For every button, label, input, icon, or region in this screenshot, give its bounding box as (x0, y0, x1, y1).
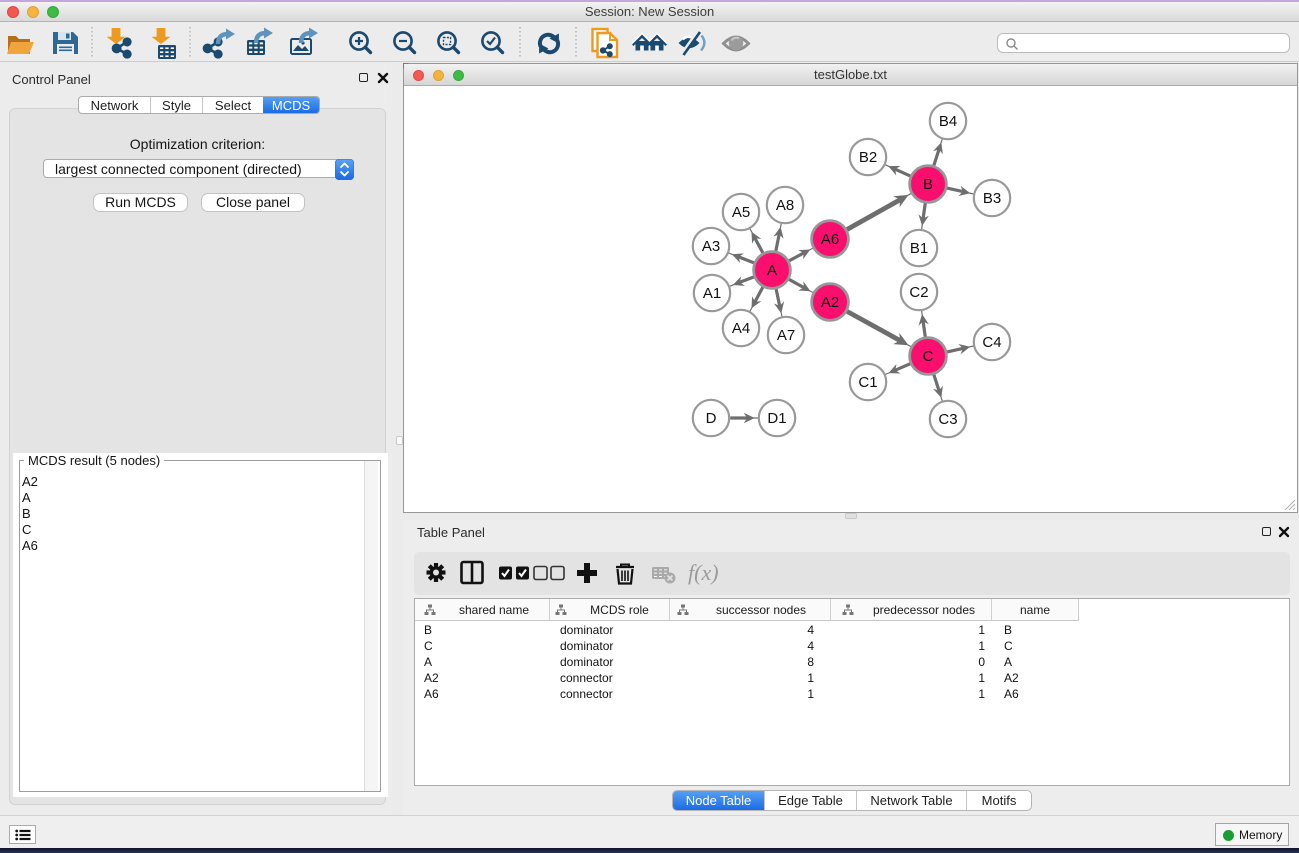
svg-text:A5: A5 (732, 204, 750, 221)
svg-text:B2: B2 (859, 149, 877, 166)
svg-text:A: A (767, 262, 777, 279)
svg-text:C4: C4 (982, 334, 1001, 351)
svg-text:A6: A6 (821, 231, 839, 248)
svg-text:A4: A4 (732, 320, 750, 337)
svg-text:A7: A7 (777, 327, 795, 344)
svg-text:A8: A8 (776, 197, 794, 214)
svg-text:B4: B4 (939, 113, 957, 130)
svg-text:A1: A1 (703, 285, 721, 302)
svg-text:B: B (923, 176, 933, 193)
svg-text:C3: C3 (938, 411, 957, 428)
svg-text:B3: B3 (983, 190, 1001, 207)
svg-text:D: D (706, 410, 717, 427)
svg-text:A3: A3 (702, 238, 720, 255)
svg-text:C2: C2 (909, 284, 928, 301)
svg-text:A2: A2 (821, 294, 839, 311)
svg-text:C1: C1 (858, 374, 877, 391)
svg-text:f(x): f(x) (688, 560, 719, 585)
svg-text:D1: D1 (767, 410, 786, 427)
svg-text:B1: B1 (910, 240, 928, 257)
svg-text:C: C (923, 348, 934, 365)
